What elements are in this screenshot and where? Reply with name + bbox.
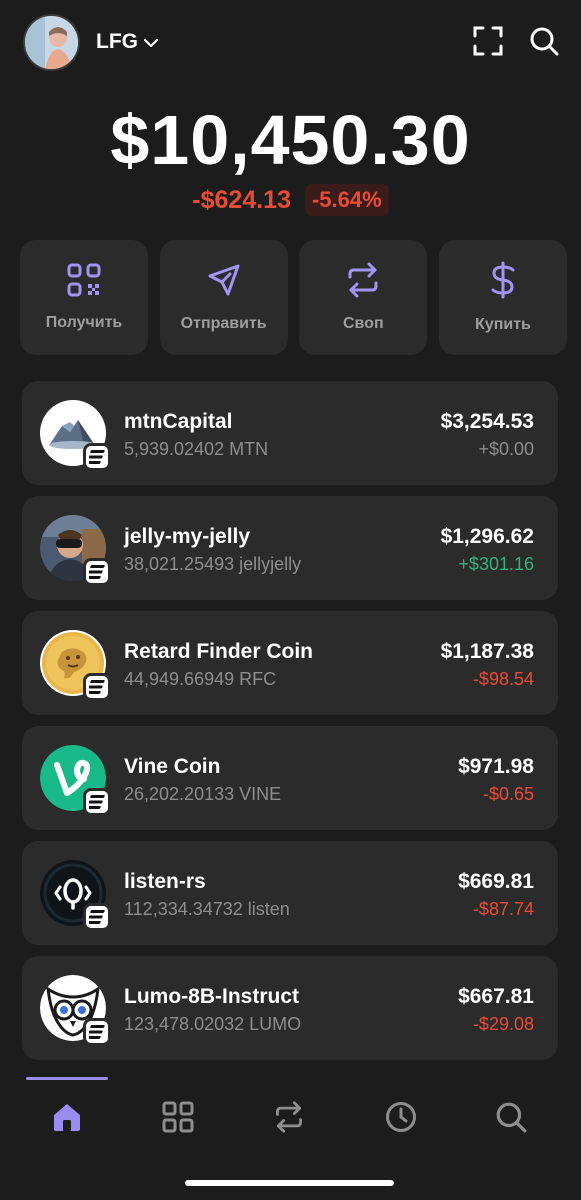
token-row-jelly-my-jelly[interactable]: jelly-my-jelly 38,021.25493 jellyjelly $… bbox=[22, 496, 558, 600]
token-name: Lumo-8B-Instruct bbox=[124, 985, 299, 1008]
solana-icon bbox=[83, 903, 111, 931]
buy-button[interactable]: Купить bbox=[438, 240, 567, 355]
swap-icon bbox=[345, 262, 381, 303]
swap-label: Своп bbox=[343, 315, 384, 332]
solana-icon bbox=[83, 558, 111, 586]
action-bar: Получить Отправить Своп Купить bbox=[20, 240, 567, 355]
change-amount: -$624.13 bbox=[192, 185, 291, 214]
change-percent-badge: -5.64% bbox=[304, 184, 389, 216]
receive-label: Получить bbox=[45, 314, 123, 331]
token-balance: 26,202.20133 VINE bbox=[124, 784, 282, 804]
chevron-down-icon bbox=[143, 30, 159, 54]
home-icon[interactable] bbox=[48, 1098, 86, 1136]
token-name: mtnCapital bbox=[124, 410, 233, 433]
account-name: LFG bbox=[96, 30, 138, 53]
token-row-mtncapital[interactable]: mtnCapital 5,939.02402 MTN $3,254.53 +$0… bbox=[22, 381, 558, 485]
search-icon[interactable] bbox=[527, 24, 561, 58]
token-change: +$0.00 bbox=[478, 439, 534, 459]
send-button[interactable]: Отправить bbox=[159, 240, 288, 355]
history-icon[interactable] bbox=[382, 1098, 420, 1136]
token-list: mtnCapital 5,939.02402 MTN $3,254.53 +$0… bbox=[22, 381, 558, 1071]
account-switcher[interactable]: LFG bbox=[96, 30, 159, 54]
qr-code-icon bbox=[67, 263, 101, 302]
swap-button[interactable]: Своп bbox=[299, 240, 428, 355]
portfolio-change: -$624.13 -5.64% bbox=[0, 184, 581, 216]
receive-button[interactable]: Получить bbox=[20, 240, 148, 355]
header: LFG bbox=[0, 0, 581, 84]
token-change: -$0.65 bbox=[482, 784, 534, 804]
dollar-icon bbox=[488, 261, 518, 304]
token-name: jelly-my-jelly bbox=[124, 525, 251, 548]
buy-label: Купить bbox=[475, 316, 531, 333]
token-row-lumo-8b-instruct[interactable]: Lumo-8B-Instruct 123,478.02032 LUMO $667… bbox=[22, 956, 558, 1060]
token-value: $1,296.62 bbox=[440, 525, 534, 548]
home-indicator[interactable] bbox=[185, 1180, 394, 1186]
token-row-vine-coin[interactable]: Vine Coin 26,202.20133 VINE $971.98 -$0.… bbox=[22, 726, 558, 830]
solana-icon bbox=[83, 443, 111, 471]
token-change: +$301.16 bbox=[458, 554, 534, 574]
grid-icon[interactable] bbox=[159, 1098, 197, 1136]
token-name: listen-rs bbox=[124, 870, 206, 893]
token-change: -$29.08 bbox=[472, 1014, 534, 1034]
token-value: $971.98 bbox=[458, 755, 534, 778]
token-balance: 5,939.02402 MTN bbox=[124, 439, 269, 459]
active-tab-indicator bbox=[26, 1077, 108, 1080]
token-row-listen-rs[interactable]: listen-rs 112,334.34732 listen $669.81 -… bbox=[22, 841, 558, 945]
send-label: Отправить bbox=[180, 315, 267, 332]
token-name: Retard Finder Coin bbox=[124, 640, 314, 663]
token-change: -$87.74 bbox=[472, 899, 534, 919]
token-balance: 44,949.66949 RFC bbox=[124, 669, 277, 689]
solana-icon bbox=[83, 788, 111, 816]
token-name: Vine Coin bbox=[124, 755, 221, 778]
token-balance: 123,478.02032 LUMO bbox=[124, 1014, 302, 1034]
token-value: $669.81 bbox=[458, 870, 534, 893]
token-row-retard-finder-coin[interactable]: Retard Finder Coin 44,949.66949 RFC $1,1… bbox=[22, 611, 558, 715]
token-value: $1,187.38 bbox=[440, 640, 534, 663]
token-balance: 38,021.25493 jellyjelly bbox=[124, 554, 302, 574]
token-value: $667.81 bbox=[458, 985, 534, 1008]
solana-icon bbox=[83, 1018, 111, 1046]
portfolio-balance: $10,450.30 bbox=[110, 101, 471, 179]
search-icon[interactable] bbox=[492, 1098, 530, 1136]
scan-icon[interactable] bbox=[471, 24, 505, 58]
token-change: -$98.54 bbox=[472, 669, 534, 689]
token-balance: 112,334.34732 listen bbox=[124, 899, 290, 919]
send-icon bbox=[206, 262, 242, 303]
solana-icon bbox=[83, 673, 111, 701]
avatar[interactable] bbox=[23, 14, 80, 71]
token-value: $3,254.53 bbox=[440, 410, 534, 433]
swap-icon[interactable] bbox=[270, 1098, 308, 1136]
